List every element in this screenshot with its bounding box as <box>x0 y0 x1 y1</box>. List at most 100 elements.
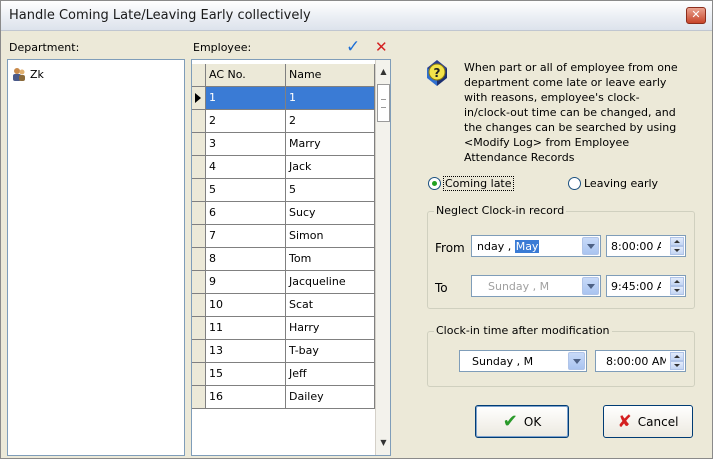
cell-ac-no[interactable]: 15 <box>206 363 286 386</box>
from-time-spinner[interactable]: 8:00:00 A <box>606 235 686 257</box>
table-scrollbar[interactable]: ▲ ▼ <box>375 60 390 455</box>
to-date-value: Sunday , M <box>488 280 550 293</box>
row-indicator[interactable] <box>192 202 206 225</box>
cell-ac-no[interactable]: 13 <box>206 340 286 363</box>
radio-leaving-early[interactable]: Leaving early <box>568 177 658 190</box>
current-row-arrow-icon <box>195 93 201 103</box>
cell-name[interactable]: T-bay <box>286 340 375 363</box>
column-header-ac-no[interactable]: AC No. <box>206 64 286 87</box>
scroll-down-arrow-icon[interactable]: ▼ <box>376 435 390 451</box>
row-indicator[interactable] <box>192 110 206 133</box>
to-time-spinner[interactable]: 9:45:00 A <box>606 275 686 297</box>
row-indicator[interactable] <box>192 179 206 202</box>
cell-ac-no[interactable]: 3 <box>206 133 286 156</box>
cell-name[interactable]: Dailey <box>286 386 375 409</box>
table-row[interactable]: 13 T-bay <box>192 340 375 363</box>
row-indicator[interactable] <box>192 248 206 271</box>
radio-coming-late-dot[interactable] <box>428 177 441 190</box>
dialog-window: Handle Coming Late/Leaving Early collect… <box>0 0 713 459</box>
cell-name[interactable]: 1 <box>286 87 375 110</box>
scroll-up-arrow-icon[interactable]: ▲ <box>376 64 390 80</box>
info-description: When part or all of employee from one de… <box>464 61 678 164</box>
from-time-spin-arrows-icon[interactable] <box>670 237 684 255</box>
cell-name[interactable]: Marry <box>286 133 375 156</box>
cell-ac-no[interactable]: 11 <box>206 317 286 340</box>
cell-ac-no[interactable]: 1 <box>206 87 286 110</box>
table-row[interactable]: 3 Marry <box>192 133 375 156</box>
department-tree[interactable]: Zk <box>7 59 185 456</box>
cell-name[interactable]: Jacqueline <box>286 271 375 294</box>
column-header-name[interactable]: Name <box>286 64 375 87</box>
table-row[interactable]: 55 <box>192 179 375 202</box>
table-row[interactable]: 16 Dailey <box>192 386 375 409</box>
ok-check-icon: ✔ <box>502 410 518 432</box>
to-label: To <box>435 281 448 295</box>
cell-name[interactable]: Jack <box>286 156 375 179</box>
department-item-zk[interactable]: Zk <box>12 66 44 82</box>
modified-date-picker[interactable]: Sunday , M <box>459 350 587 372</box>
cell-ac-no[interactable]: 9 <box>206 271 286 294</box>
cell-ac-no[interactable]: 8 <box>206 248 286 271</box>
table-row[interactable]: 4 Jack <box>192 156 375 179</box>
modified-time-value: 8:00:00 AM <box>606 355 666 368</box>
cell-ac-no[interactable]: 2 <box>206 110 286 133</box>
modified-date-dropdown-icon[interactable] <box>568 352 585 370</box>
table-row[interactable]: 11 Harry <box>192 317 375 340</box>
row-indicator[interactable] <box>192 87 206 110</box>
modified-group-title: Clock-in time after modification <box>434 324 612 337</box>
row-indicator[interactable] <box>192 317 206 340</box>
cell-ac-no[interactable]: 16 <box>206 386 286 409</box>
table-row[interactable]: 10 Scat <box>192 294 375 317</box>
table-row[interactable]: 6 Sucy <box>192 202 375 225</box>
radio-coming-late[interactable]: Coming late <box>428 176 514 191</box>
table-row[interactable]: 15 Jeff <box>192 363 375 386</box>
cell-name[interactable]: Harry <box>286 317 375 340</box>
table-row[interactable]: 8 Tom <box>192 248 375 271</box>
from-date-picker[interactable]: nday , May <box>471 235 601 257</box>
row-indicator[interactable] <box>192 156 206 179</box>
cell-ac-no[interactable]: 4 <box>206 156 286 179</box>
table-row[interactable]: 9 Jacqueline <box>192 271 375 294</box>
cell-name[interactable]: Tom <box>286 248 375 271</box>
row-indicator[interactable] <box>192 133 206 156</box>
cell-name[interactable]: Sucy <box>286 202 375 225</box>
modified-time-spin-arrows-icon[interactable] <box>670 352 684 370</box>
cell-ac-no[interactable]: 10 <box>206 294 286 317</box>
employee-table[interactable]: AC No. Name 1 1 2 2 3 Marry 4 Jack 5 5 6 Sucy 7 Simon… <box>191 59 391 456</box>
from-date-dropdown-icon[interactable] <box>582 237 599 255</box>
cancel-x-icon: ✘ <box>617 411 632 432</box>
to-time-spin-arrows-icon[interactable] <box>670 277 684 295</box>
cell-name[interactable]: 2 <box>286 110 375 133</box>
cell-name[interactable]: Jeff <box>286 363 375 386</box>
table-row[interactable]: 11 <box>192 87 375 110</box>
row-indicator[interactable] <box>192 340 206 363</box>
row-indicator[interactable] <box>192 271 206 294</box>
row-indicator[interactable] <box>192 294 206 317</box>
neglect-group-title: Neglect Clock-in record <box>434 204 567 217</box>
modified-time-spinner[interactable]: 8:00:00 AM <box>595 350 686 372</box>
cell-name[interactable]: 5 <box>286 179 375 202</box>
ok-button[interactable]: ✔ OK <box>475 405 569 438</box>
to-date-dropdown-icon[interactable] <box>582 277 599 295</box>
department-label: Department: <box>9 41 80 54</box>
select-all-check-icon[interactable]: ✓ <box>346 37 360 57</box>
radio-leaving-early-dot[interactable] <box>568 177 581 190</box>
ok-button-label: OK <box>523 414 542 429</box>
table-row[interactable]: 7 Simon <box>192 225 375 248</box>
row-indicator[interactable] <box>192 225 206 248</box>
department-item-label: Zk <box>30 67 44 81</box>
radio-coming-late-label: Coming late <box>443 176 514 191</box>
scroll-thumb[interactable] <box>377 84 390 122</box>
row-indicator[interactable] <box>192 363 206 386</box>
cell-ac-no[interactable]: 5 <box>206 179 286 202</box>
cancel-button[interactable]: ✘ Cancel <box>603 405 693 438</box>
cell-ac-no[interactable]: 7 <box>206 225 286 248</box>
to-date-picker[interactable]: Sunday , M <box>471 275 601 297</box>
cell-name[interactable]: Simon <box>286 225 375 248</box>
cell-ac-no[interactable]: 6 <box>206 202 286 225</box>
table-row[interactable]: 22 <box>192 110 375 133</box>
deselect-all-x-icon[interactable]: ✕ <box>375 38 388 56</box>
cell-name[interactable]: Scat <box>286 294 375 317</box>
close-button[interactable]: ✕ <box>686 7 706 24</box>
row-indicator[interactable] <box>192 386 206 409</box>
